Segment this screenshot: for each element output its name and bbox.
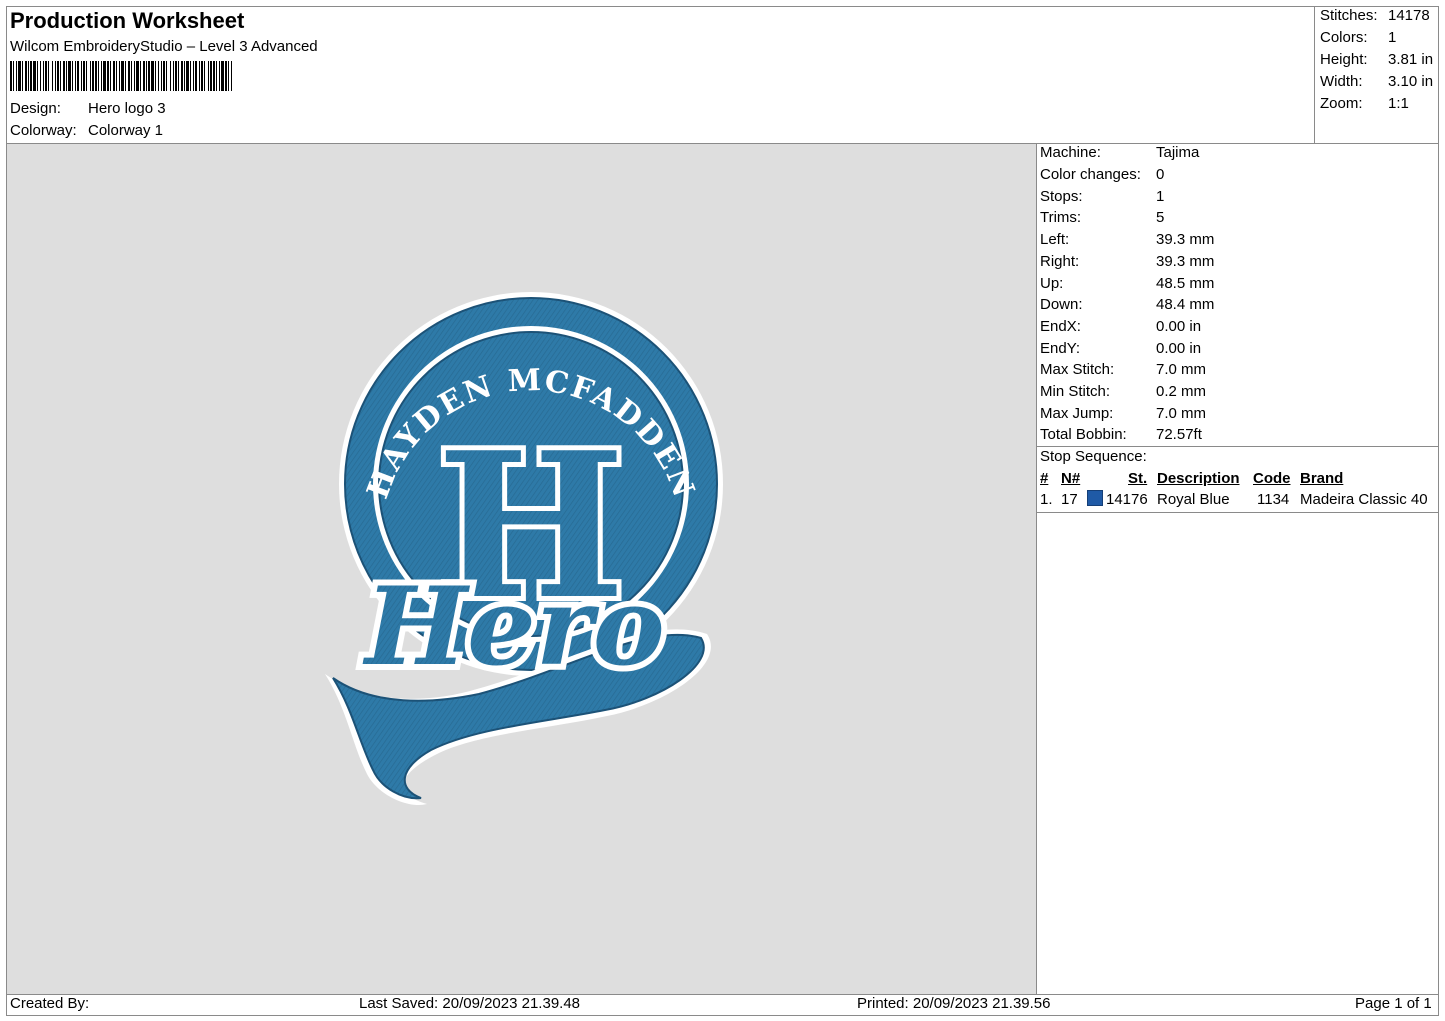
info-label: Color changes: [1040, 166, 1141, 183]
barcode [10, 61, 232, 91]
info-value: 48.5 mm [1156, 275, 1215, 292]
divider [1036, 144, 1037, 994]
info-label: EndY: [1040, 340, 1081, 357]
info-row: Machine: Tajima [1040, 144, 1199, 166]
stat-label: Zoom: [1320, 95, 1363, 112]
info-label: EndX: [1040, 318, 1081, 335]
info-row: EndY: 0.00 in [1040, 340, 1201, 362]
info-row: Min Stitch: 0.2 mm [1040, 383, 1206, 405]
stat-value: 14178 [1388, 7, 1430, 24]
design-label: Design: [10, 100, 61, 117]
info-row: EndX: 0.00 in [1040, 318, 1201, 340]
stat-height: Height: 3.81 in [1320, 51, 1433, 73]
info-row: Trims: 5 [1040, 209, 1164, 231]
info-value: 39.3 mm [1156, 231, 1215, 248]
cell-needle: 17 [1061, 491, 1078, 508]
stats-panel: Stitches: 14178 Colors: 1 Height: 3.81 in W… [1314, 6, 1440, 143]
info-value: 48.4 mm [1156, 296, 1215, 313]
info-value: 0.00 in [1156, 318, 1202, 335]
info-value: 0.2 mm [1156, 383, 1207, 400]
col-header-needle: N# [1061, 470, 1081, 487]
footer-last-saved: Last Saved: 20/09/2023 21.39.48 [359, 995, 581, 1012]
info-value: 0.00 in [1156, 340, 1202, 357]
info-label: Max Jump: [1040, 405, 1114, 422]
info-label: Down: [1040, 296, 1083, 313]
stat-width: Width: 3.10 in [1320, 73, 1433, 95]
info-value: 72.57ft [1156, 426, 1202, 443]
page-title: Production Worksheet [10, 8, 245, 33]
divider [6, 994, 1439, 995]
stat-stitches: Stitches: 14178 [1320, 7, 1430, 29]
info-label: Min Stitch: [1040, 383, 1111, 400]
stop-sequence-title: Stop Sequence: [1040, 448, 1147, 465]
colorway-label: Colorway: [10, 122, 77, 139]
info-value: 7.0 mm [1156, 405, 1207, 422]
info-row: Right: 39.3 mm [1040, 253, 1214, 275]
cell-stitches: 14176 [1106, 491, 1148, 508]
stat-value: 3.81 in [1388, 51, 1434, 68]
info-row: Left: 39.3 mm [1040, 231, 1214, 253]
cell-num: 1. [1040, 491, 1053, 508]
worksheet-header: Production Worksheet Wilcom EmbroiderySt… [6, 6, 1314, 143]
stat-label: Height: [1320, 51, 1368, 68]
info-label: Total Bobbin: [1040, 426, 1127, 443]
color-swatch [1087, 490, 1103, 506]
info-row: Up: 48.5 mm [1040, 275, 1214, 297]
cell-description: Royal Blue [1157, 491, 1230, 508]
info-label: Up: [1040, 275, 1064, 292]
colorway-value: Colorway 1 [88, 122, 164, 139]
design-preview: HAYDEN MCFADDEN H Hero [7, 144, 1036, 994]
stat-colors: Colors: 1 [1320, 29, 1396, 51]
info-label: Machine: [1040, 144, 1101, 161]
stat-value: 1:1 [1388, 95, 1409, 112]
divider [1037, 446, 1439, 447]
info-value: 1 [1156, 188, 1165, 205]
info-label: Left: [1040, 231, 1070, 248]
col-header-brand: Brand [1300, 470, 1344, 487]
info-row: Max Jump: 7.0 mm [1040, 405, 1206, 427]
col-header-code: Code [1253, 470, 1291, 487]
stat-label: Width: [1320, 73, 1363, 90]
stat-label: Stitches: [1320, 7, 1378, 24]
script-text: Hero [362, 564, 665, 690]
embroidery-design: HAYDEN MCFADDEN H Hero [325, 292, 723, 805]
design-value: Hero logo 3 [88, 100, 166, 117]
info-value: 39.3 mm [1156, 253, 1215, 270]
info-label: Stops: [1040, 188, 1083, 205]
stat-value: 1 [1388, 29, 1397, 46]
cell-code: 1134 [1257, 491, 1290, 508]
footer-created-by: Created By: [10, 995, 90, 1012]
divider [1037, 512, 1439, 513]
cell-brand: Madeira Classic 40 [1300, 491, 1428, 508]
info-value: Tajima [1156, 144, 1200, 161]
info-row: Stops: 1 [1040, 188, 1164, 210]
info-value: 0 [1156, 166, 1165, 183]
stat-label: Colors: [1320, 29, 1368, 46]
info-row: Down: 48.4 mm [1040, 296, 1214, 318]
stat-zoom: Zoom: 1:1 [1320, 95, 1409, 117]
info-label: Trims: [1040, 209, 1082, 226]
info-row: Color changes: 0 [1040, 166, 1164, 188]
info-row: Total Bobbin: 72.57ft [1040, 426, 1202, 448]
info-label: Max Stitch: [1040, 361, 1115, 378]
col-header-description: Description [1157, 470, 1240, 487]
col-header-stitches: St. [1128, 470, 1148, 487]
info-value: 5 [1156, 209, 1165, 226]
col-header-num: # [1040, 470, 1049, 487]
stat-value: 3.10 in [1388, 73, 1434, 90]
footer-printed: Printed: 20/09/2023 21.39.56 [857, 995, 1051, 1012]
info-value: 7.0 mm [1156, 361, 1207, 378]
software-subtitle: Wilcom EmbroideryStudio – Level 3 Advanc… [10, 38, 318, 55]
info-label: Right: [1040, 253, 1080, 270]
footer-page: Page 1 of 1 [1355, 995, 1432, 1012]
info-row: Max Stitch: 7.0 mm [1040, 361, 1206, 383]
